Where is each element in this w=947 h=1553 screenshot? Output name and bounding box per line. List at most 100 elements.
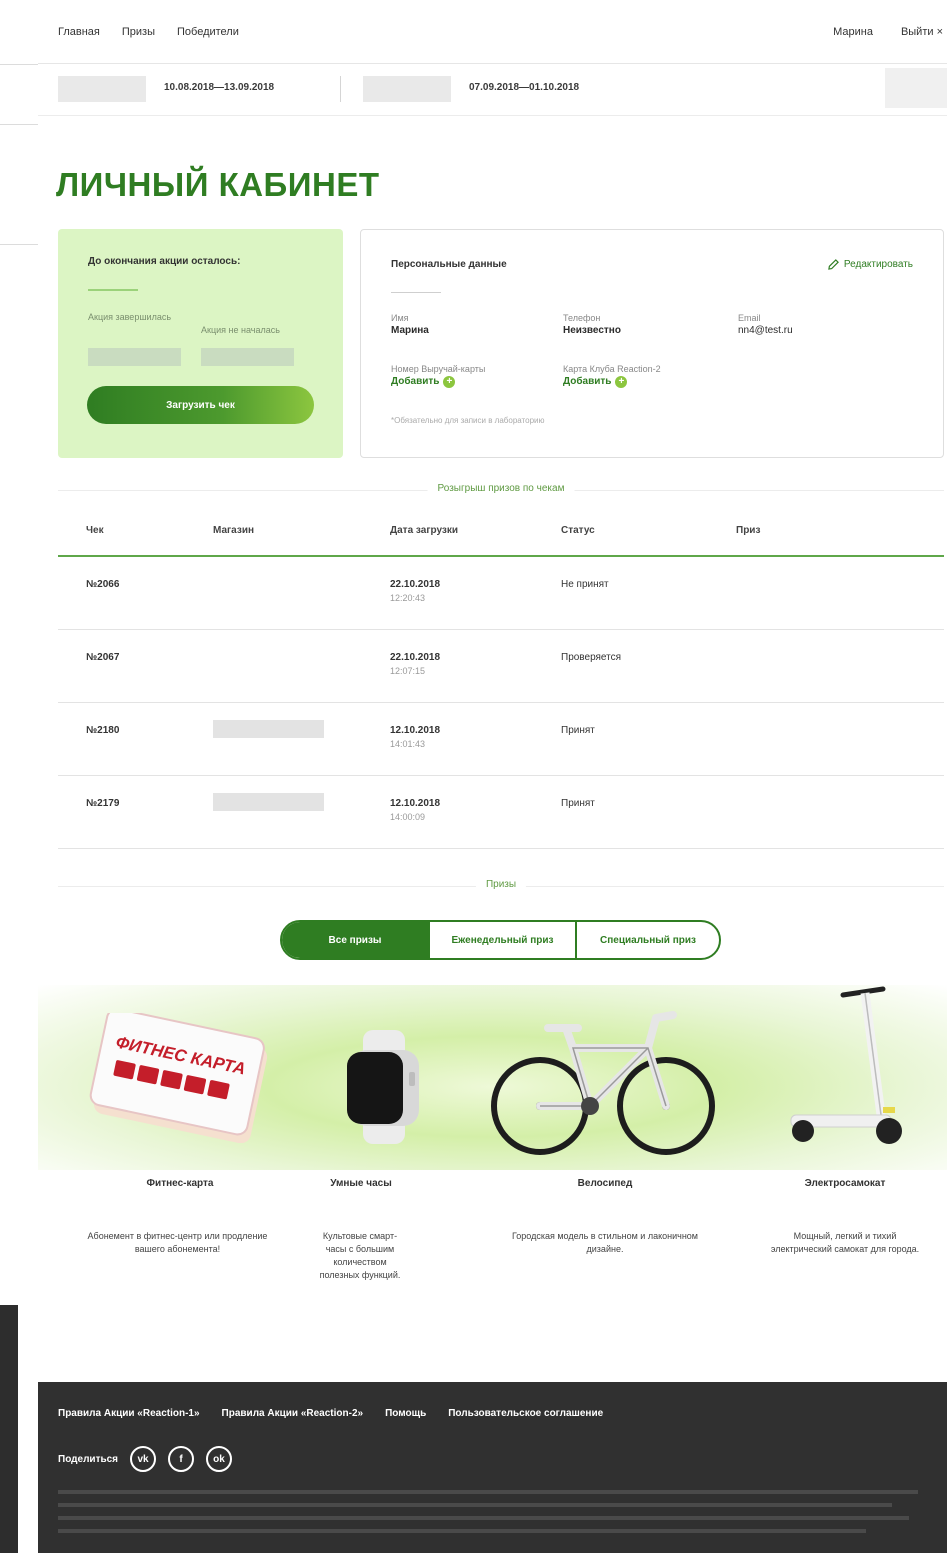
periods-bar: 10.08.2018—13.09.2018 07.09.2018—01.10.2… xyxy=(38,64,947,116)
shop-placeholder xyxy=(213,720,324,738)
add-card-one-button[interactable]: Добавить + xyxy=(391,375,485,389)
edit-profile-link[interactable]: Редактировать xyxy=(828,259,913,270)
period-side-placeholder xyxy=(885,68,947,108)
legal-line xyxy=(58,1503,893,1507)
legal-text-block xyxy=(58,1490,918,1542)
receipts-section-label: Розыгрыш призов по чекам xyxy=(427,483,575,494)
field-email: Email nn4@test.ru xyxy=(738,312,793,338)
upload-date: 12.10.2018 14:01:43 xyxy=(390,725,440,749)
receipt-number[interactable]: №2067 xyxy=(86,652,119,663)
receipt-number[interactable]: №2179 xyxy=(86,798,119,809)
date-text: 22.10.2018 xyxy=(390,579,441,590)
promo-not-started-value xyxy=(201,348,294,366)
prize-name-watch: Умные часы xyxy=(330,1178,392,1189)
electric-scooter-image xyxy=(790,986,902,1144)
upload-receipt-button[interactable]: Загрузить чек xyxy=(87,386,314,424)
prize-desc-scooter: Мощный, легкий и тихий электрический сам… xyxy=(770,1231,920,1254)
upload-date: 12.10.2018 14:00:09 xyxy=(390,798,440,822)
nav-link-home[interactable]: Главная xyxy=(58,26,100,38)
odnoklassniki-icon[interactable]: ok xyxy=(206,1446,233,1472)
table-row: №2179 12.10.2018 14:00:09 Принят xyxy=(58,776,944,849)
promo-ended-value xyxy=(88,348,181,366)
footer-link-agreement[interactable]: Пользовательское соглашение xyxy=(448,1408,603,1419)
plus-icon: + xyxy=(443,376,456,388)
share-label: Поделиться xyxy=(58,1453,119,1465)
user-name[interactable]: Марина xyxy=(833,26,873,38)
card-two-label: Карта Клуба Reaction-2 xyxy=(563,364,661,374)
email-label: Email xyxy=(738,313,761,323)
promo-underline xyxy=(88,289,138,291)
nav-link-prizes[interactable]: Призы xyxy=(122,26,155,38)
add-card-two-button[interactable]: Добавить + xyxy=(563,375,661,389)
bicycle-image xyxy=(491,1011,715,1155)
plus-icon: + xyxy=(615,376,628,388)
promo-countdown-box: До окончания акции осталось: Акция завер… xyxy=(58,229,343,458)
upload-date: 22.10.2018 12:20:43 xyxy=(390,579,440,603)
tab-all-prizes[interactable]: Все призы xyxy=(282,922,428,958)
personal-underline xyxy=(391,292,441,293)
prize-name-bicycle: Велосипед xyxy=(577,1178,633,1189)
personal-data-card: Персональные данные Редактировать Имя Ма… xyxy=(360,229,944,458)
receipts-divider: Розыгрыш призов по чекам xyxy=(58,483,944,497)
legal-line xyxy=(58,1516,910,1520)
footer-link-rules-one[interactable]: Правила Акции «Reaction-1» xyxy=(58,1408,200,1419)
add-card-one-label: Добавить xyxy=(391,376,440,387)
field-phone: Телефон Неизвестно xyxy=(563,312,621,338)
field-name: Имя Марина xyxy=(391,312,429,338)
prizes-divider: Призы xyxy=(58,879,944,893)
gutter-dark-panel xyxy=(0,1305,18,1553)
date-text: 12.10.2018 xyxy=(390,798,441,809)
date-text: 12.10.2018 xyxy=(390,725,441,736)
status-text: Принят xyxy=(561,798,595,809)
header-shop: Магазин xyxy=(213,525,255,536)
tab-weekly-prize[interactable]: Еженедельный приз xyxy=(428,922,575,958)
time-text: 14:01:43 xyxy=(390,739,426,749)
page-title: ЛИЧНЫЙ КАБИНЕТ xyxy=(56,166,380,203)
time-text: 14:00:09 xyxy=(390,812,426,822)
prize-desc-watch: Культовые смарт-часы с большим количеств… xyxy=(319,1231,401,1280)
phone-label: Телефон xyxy=(563,313,601,323)
footer-link-rules-two[interactable]: Правила Акции «Reaction-2» xyxy=(222,1408,364,1419)
field-card-two: Карта Клуба Reaction-2 Добавить + xyxy=(563,363,661,389)
period-two-placeholder xyxy=(363,76,451,102)
add-card-two-label: Добавить xyxy=(563,376,612,387)
personal-title: Персональные данные xyxy=(391,259,507,270)
header-receipt: Чек xyxy=(86,525,104,536)
name-label: Имя xyxy=(391,313,409,323)
gutter-line xyxy=(0,64,38,65)
period-separator xyxy=(340,76,341,102)
label-promo-not-started: Акция не началась xyxy=(201,325,280,335)
time-text: 12:20:43 xyxy=(390,593,426,603)
header-prize: Приз xyxy=(736,525,761,536)
logout-link[interactable]: Выйти × xyxy=(901,26,943,38)
table-row: №2067 22.10.2018 12:07:15 Проверяется xyxy=(58,630,944,703)
nav-links: Главная Призы Победители xyxy=(58,26,239,38)
period-one-dates: 10.08.2018—13.09.2018 xyxy=(164,82,275,93)
shop-placeholder xyxy=(213,793,324,811)
share-block: Поделиться vk f ok xyxy=(58,1446,233,1472)
period-two-dates: 07.09.2018—01.10.2018 xyxy=(469,82,580,93)
prizes-section-label: Призы xyxy=(475,879,527,890)
receipt-number[interactable]: №2066 xyxy=(86,579,119,590)
vk-icon[interactable]: vk xyxy=(130,1446,157,1472)
gutter-line xyxy=(0,244,38,245)
card-one-label: Номер Выручай-карты xyxy=(391,364,486,374)
status-text: Принят xyxy=(561,725,595,736)
nav-link-winners[interactable]: Победители xyxy=(177,26,239,38)
receipt-number[interactable]: №2180 xyxy=(86,725,119,736)
name-value: Марина xyxy=(391,325,429,336)
period-one-placeholder xyxy=(58,76,146,102)
legal-line xyxy=(58,1529,867,1533)
legal-line xyxy=(58,1490,918,1494)
tab-special-prize[interactable]: Специальный приз xyxy=(575,922,719,958)
receipts-table: Чек Магазин Дата загрузки Статус Приз №2… xyxy=(58,505,944,849)
gutter-line xyxy=(0,124,38,125)
pencil-icon xyxy=(828,259,839,270)
upload-date: 22.10.2018 12:07:15 xyxy=(390,652,440,676)
prize-name-fitness: Фитнес-карта xyxy=(146,1178,214,1189)
facebook-icon[interactable]: f xyxy=(168,1446,195,1472)
label-promo-ended: Акция завершилась xyxy=(88,312,172,322)
footer-link-help[interactable]: Помощь xyxy=(385,1408,426,1419)
smart-watch-image xyxy=(347,1030,419,1144)
table-row: №2180 12.10.2018 14:01:43 Принят xyxy=(58,703,944,776)
